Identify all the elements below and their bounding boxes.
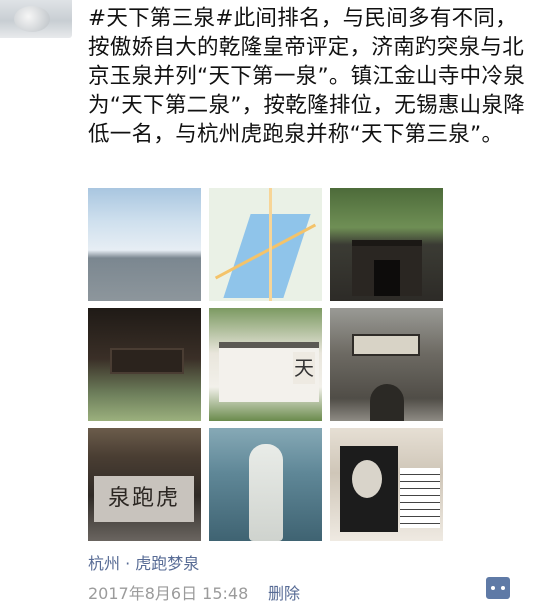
map-water (223, 214, 311, 298)
dot-icon (501, 586, 505, 590)
map-road (269, 188, 272, 301)
photo-6-building[interactable] (330, 308, 443, 421)
post-time: 2017年8月6日 15:48 (88, 584, 249, 603)
plaque-shape (110, 348, 184, 374)
photo-3-gate[interactable] (330, 188, 443, 301)
photo-4-pavilion[interactable] (88, 308, 201, 421)
gate-shape (352, 240, 422, 296)
sign-shape (352, 334, 420, 356)
photo-9-portrait[interactable] (330, 428, 443, 541)
inscription-text: 泉跑虎 (107, 486, 180, 511)
wall-character: 天 (293, 352, 315, 384)
photo-1-sky-lake[interactable] (88, 188, 201, 301)
photo-5-wall[interactable]: 天 (209, 308, 322, 421)
photo-8-statue[interactable] (209, 428, 322, 541)
location-link[interactable]: 杭州 · 虎跑梦泉 (88, 550, 199, 574)
face-shape (352, 460, 382, 498)
photo-grid: 天 泉跑虎 (88, 188, 443, 544)
photo-2-map[interactable] (209, 188, 322, 301)
comment-more-icon[interactable] (486, 577, 510, 599)
statue-shape (249, 444, 283, 541)
post-text: #天下第三泉#此间排名，与民间多有不同，按傲娇自大的乾隆皇帝评定，济南趵突泉与北… (88, 6, 526, 147)
music-staff-shape (400, 468, 440, 528)
photo-7-inscription[interactable]: 泉跑虎 (88, 428, 201, 541)
arch-shape (370, 384, 404, 421)
delete-button[interactable]: 删除 (268, 580, 300, 604)
avatar[interactable] (0, 0, 72, 38)
dot-icon (491, 586, 495, 590)
